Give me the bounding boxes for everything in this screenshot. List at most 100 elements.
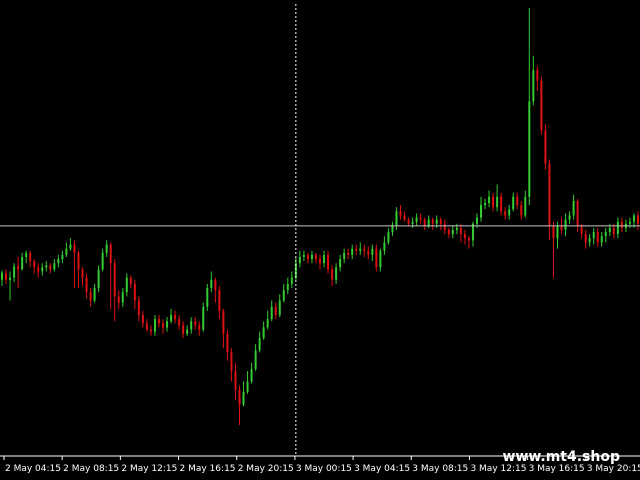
candle xyxy=(323,250,326,268)
candle xyxy=(459,223,462,243)
candle-body xyxy=(125,277,128,293)
candle xyxy=(238,385,241,425)
candle xyxy=(564,213,567,237)
candle-body xyxy=(528,101,531,197)
candle xyxy=(451,225,454,239)
candle xyxy=(77,250,80,289)
candle-body xyxy=(45,265,48,268)
candle-body xyxy=(178,319,181,326)
candle-body xyxy=(319,259,321,264)
candle-body xyxy=(616,221,619,235)
candle-body xyxy=(427,219,430,226)
candle-body xyxy=(339,259,342,268)
candle-body xyxy=(206,288,209,307)
candle-body xyxy=(81,269,84,278)
candle-body xyxy=(226,333,229,353)
candle-body xyxy=(355,248,358,251)
candle-body xyxy=(278,300,281,316)
candle-body xyxy=(157,319,160,324)
candle-body xyxy=(198,325,201,330)
candle-body xyxy=(29,252,32,262)
candle xyxy=(484,198,487,210)
candle-body xyxy=(628,221,631,224)
candle-body xyxy=(89,292,92,301)
candle-body xyxy=(383,242,386,251)
candle xyxy=(616,217,619,239)
candle-body xyxy=(363,248,366,251)
candle xyxy=(242,381,245,407)
candle xyxy=(512,192,515,212)
candle-body xyxy=(182,325,185,334)
candle-body xyxy=(121,292,124,303)
candle-body xyxy=(41,267,44,272)
candle-body xyxy=(359,248,362,251)
candle xyxy=(81,267,84,286)
candle-body xyxy=(85,277,88,293)
candle xyxy=(359,242,362,255)
candle-body xyxy=(266,319,269,328)
candle-body xyxy=(335,267,338,280)
candle xyxy=(496,184,499,212)
candle xyxy=(500,192,503,216)
candle xyxy=(85,273,88,299)
candle-body xyxy=(250,368,253,382)
candle xyxy=(540,76,543,135)
candle-body xyxy=(524,196,527,216)
candle xyxy=(274,302,277,320)
candle xyxy=(93,283,96,303)
watermark-text: www.mt4.shop xyxy=(502,449,620,465)
candle-body xyxy=(508,209,511,216)
candle-body xyxy=(290,277,293,284)
candle xyxy=(335,263,338,284)
candle xyxy=(9,271,12,301)
candle-body xyxy=(141,315,144,324)
candle-body xyxy=(407,219,410,224)
candle-body xyxy=(395,211,398,226)
candle-body xyxy=(5,273,8,280)
crosshair xyxy=(0,4,640,455)
candle-body xyxy=(592,232,595,239)
candle-body xyxy=(620,221,623,228)
candle-body xyxy=(415,217,418,222)
candle xyxy=(536,66,539,91)
chart-area[interactable]: 2 May 04:15 2 May 08:15 2 May 12:15 2 May 1… xyxy=(0,0,640,480)
candle-body xyxy=(516,196,519,206)
candle xyxy=(246,371,249,394)
candle xyxy=(327,250,330,274)
candle xyxy=(214,277,217,303)
candle xyxy=(105,240,108,257)
candle xyxy=(419,213,422,224)
candle-body xyxy=(186,329,189,334)
candle xyxy=(222,308,225,349)
candle xyxy=(319,254,321,270)
candle-body xyxy=(238,389,241,405)
candle-body xyxy=(65,248,68,255)
candle-body xyxy=(298,256,301,264)
candle xyxy=(117,290,120,309)
candle-body xyxy=(194,321,197,326)
candle xyxy=(604,227,607,243)
candle-body xyxy=(443,223,446,230)
candle xyxy=(431,217,434,230)
candle xyxy=(286,277,289,295)
candle xyxy=(206,283,209,311)
candle-body xyxy=(375,248,378,268)
candle-body xyxy=(500,196,503,212)
candle-body xyxy=(274,306,277,316)
candle xyxy=(528,8,531,206)
candle-body xyxy=(463,234,466,239)
candle xyxy=(133,279,136,309)
candle-body xyxy=(532,70,535,102)
candle xyxy=(210,271,213,293)
candlestick-chart[interactable]: 2 May 04:15 2 May 08:15 2 May 12:15 2 May 1… xyxy=(0,0,640,480)
candle-body xyxy=(584,234,587,243)
candle-body xyxy=(379,250,382,268)
candle xyxy=(339,254,342,272)
candle xyxy=(447,227,450,239)
candle xyxy=(532,55,535,106)
candle xyxy=(61,250,64,264)
candle xyxy=(411,217,414,228)
candle xyxy=(314,252,317,264)
candle-body xyxy=(97,269,100,289)
candle-body xyxy=(37,267,40,272)
